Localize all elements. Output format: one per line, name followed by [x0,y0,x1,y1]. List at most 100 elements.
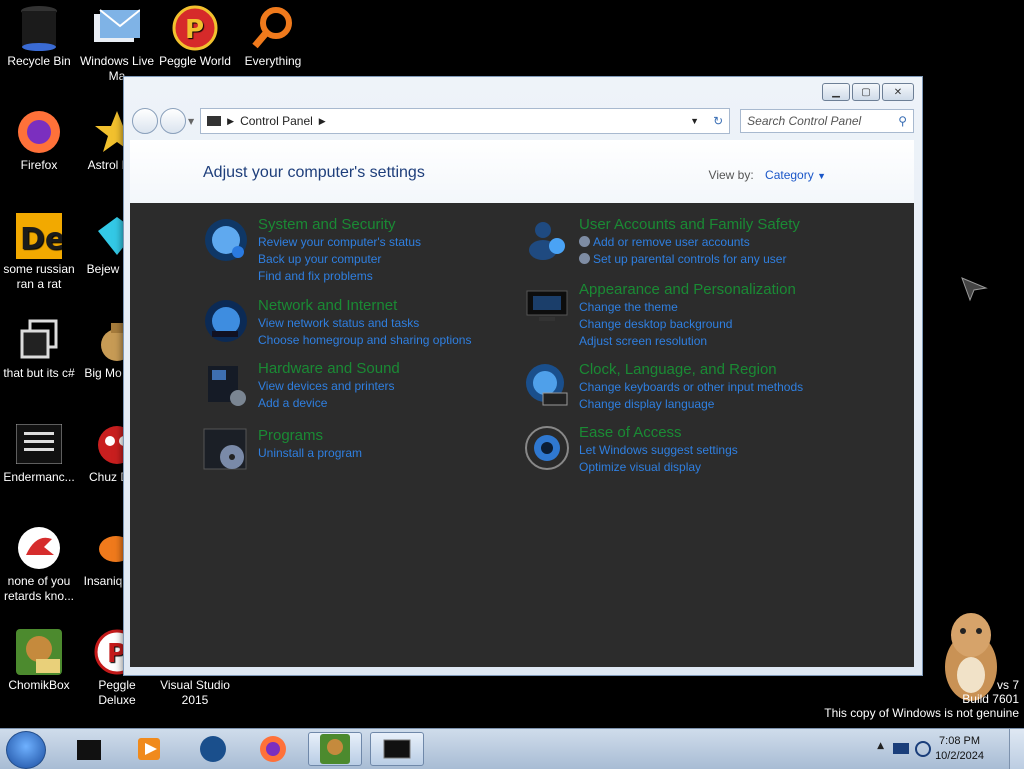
category-title[interactable]: Programs [258,427,362,445]
category-link[interactable]: Let Windows suggest settings [579,442,738,459]
category-link[interactable]: Find and fix problems [258,268,421,285]
search-input[interactable]: Search Control Panel ⚲ [740,109,914,133]
category-link[interactable]: Review your computer's status [258,234,421,251]
category-link[interactable]: Optimize visual display [579,459,738,476]
taskbar-item-2[interactable] [122,732,176,766]
breadcrumb-separator-icon[interactable]: ▶ [227,116,234,127]
taskbar-item-1[interactable] [62,732,116,766]
desktop-icon-label: ChomikBox [8,678,70,692]
taskbar-item-3[interactable] [186,732,240,766]
media-player-icon [138,738,160,760]
desktop-icon-label: some russian ran a rat [3,262,75,291]
category-link[interactable]: Change display language [579,396,803,413]
network-icon[interactable] [914,740,932,758]
desktop-icon-windows-live-mail[interactable]: Windows Live Ma [78,0,156,84]
category-title[interactable]: User Accounts and Family Safety [579,216,800,234]
close-button[interactable]: ✕ [882,83,914,101]
category-title[interactable]: Ease of Access [579,424,738,442]
category-link[interactable]: Change keyboards or other input methods [579,379,803,396]
peggle-world-icon: P [171,4,219,52]
category-link[interactable]: Add or remove user accounts [579,234,800,251]
chomikbox-icon [320,734,350,764]
document-list-icon [15,420,63,468]
taskbar-item-4[interactable] [246,732,300,766]
desktop-icon-some-russian-ran-a-rat[interactable]: De some russian ran a rat [0,208,78,292]
users-icon [529,222,565,260]
desktop-icon-label: that but its c# [3,366,75,380]
monitor-icon [526,290,568,321]
control-panel-icon [383,739,411,759]
category-clock-language-region: Clock, Language, and Region Change keybo… [523,361,803,413]
back-button[interactable] [132,108,158,134]
desktop-icon-that-but-its-csharp[interactable]: that but its c# [0,312,78,381]
category-link[interactable]: Add a device [258,395,400,412]
svg-text:P: P [185,15,204,45]
system-clock[interactable]: 7:08 PM 10/2/2024 [935,734,984,764]
desktop-icon-everything[interactable]: Everything [234,0,312,69]
tray-expand-icon[interactable]: ▲ [877,741,884,751]
category-network-and-internet: Network and Internet View network status… [202,297,471,349]
taskbar-item-6[interactable] [370,732,424,766]
category-link[interactable]: Back up your computer [258,251,421,268]
category-link[interactable]: Choose homegroup and sharing options [258,332,471,349]
show-desktop-button[interactable] [1009,729,1024,769]
search-placeholder: Search Control Panel [747,114,862,128]
refresh-icon[interactable]: ↻ [713,114,723,128]
search-icon[interactable]: ⚲ [898,114,907,128]
globe-clock-icon [526,364,568,406]
view-by: View by: Category ▼ [709,168,826,182]
maximize-button[interactable]: ▢ [852,83,880,101]
desktop-icon-peggle-world[interactable]: P Peggle World [156,0,234,69]
control-panel-window[interactable]: ▁ ▢ ✕ ▼ ▶ Control Panel ▶ ▼ ↻ Search Con… [123,76,923,676]
category-hardware-and-sound: Hardware and Sound View devices and prin… [202,360,400,412]
address-bar[interactable]: ▶ Control Panel ▶ ▼ ↻ [200,108,731,134]
desktop-icon-label: none of you retards kno... [3,574,75,603]
desktop-icon-chomikbox[interactable]: ChomikBox [0,624,78,693]
category-link[interactable]: Change desktop background [579,316,796,333]
category-title[interactable]: System and Security [258,216,421,234]
globe-icon [200,736,226,762]
svg-text:De: De [20,222,62,257]
stacked-windows-icon [15,316,63,364]
recent-pages-chevron-icon[interactable]: ▼ [188,117,194,126]
category-title[interactable]: Appearance and Personalization [579,281,796,299]
minimize-button[interactable]: ▁ [822,83,850,101]
firefox-icon [15,108,63,156]
category-title[interactable]: Network and Internet [258,297,471,315]
category-link[interactable]: View devices and printers [258,378,400,395]
desktop-icon-label: Visual Studio 2015 [160,678,230,707]
mail-icon [93,4,141,52]
forward-button[interactable] [160,108,186,134]
network-globe-icon [205,300,247,342]
view-by-dropdown[interactable]: Category ▼ [765,168,826,182]
page-title: Adjust your computer's settings [203,164,425,181]
desktop-icon-recycle-bin[interactable]: Recycle Bin [0,0,78,69]
category-system-and-security: System and Security Review your computer… [202,216,421,285]
taskbar-item-5[interactable] [308,732,362,766]
breadcrumb-separator-icon[interactable]: ▶ [319,116,326,127]
window-controls: ▁ ▢ ✕ [822,83,914,101]
de-app-icon: De [15,212,63,260]
desktop-icon-endermanc[interactable]: Endermanc... [0,416,78,485]
category-link[interactable]: Change the theme [579,299,796,316]
address-dropdown-icon[interactable]: ▼ [690,116,699,126]
desktop-icon-label: Peggle World [159,54,231,68]
start-button[interactable] [6,731,46,769]
magnifier-icon [249,4,297,52]
desktop-icon-none-of-you[interactable]: none of you retards kno... [0,520,78,604]
watermark-line-3: This copy of Windows is not genuine [824,706,1019,720]
category-link[interactable]: Uninstall a program [258,445,362,462]
recycle-bin-icon [77,740,101,760]
category-link[interactable]: Set up parental controls for any user [579,251,800,268]
view-by-label: View by: [708,168,754,182]
breadcrumb-control-panel[interactable]: Control Panel [240,114,313,128]
chevron-down-icon: ▼ [817,171,826,181]
category-link[interactable]: View network status and tasks [258,315,471,332]
action-center-icon[interactable] [892,741,910,757]
category-title[interactable]: Hardware and Sound [258,360,400,378]
category-title[interactable]: Clock, Language, and Region [579,361,803,379]
category-programs: Programs Uninstall a program [202,427,362,475]
category-appearance: Appearance and Personalization Change th… [523,281,796,350]
desktop-icon-firefox[interactable]: Firefox [0,104,78,173]
category-link[interactable]: Adjust screen resolution [579,333,796,350]
